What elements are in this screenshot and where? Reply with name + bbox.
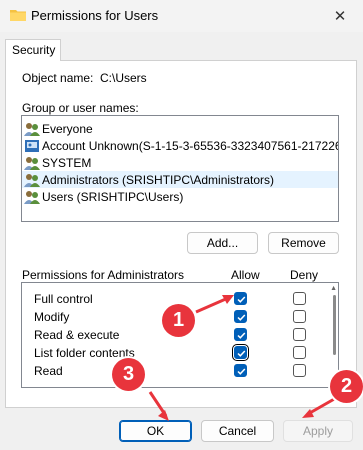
deny-checkbox[interactable] [293, 328, 306, 341]
users-icon [24, 190, 40, 204]
list-item-label: Administrators (SRISHTIPC\Administrators… [42, 172, 275, 187]
folder-icon [10, 10, 26, 21]
list-item-label: Everyone [42, 121, 93, 136]
deny-checkbox[interactable] [293, 346, 306, 359]
users-icon [24, 156, 40, 170]
users-icon [24, 122, 40, 136]
group-list-label: Group or user names: [22, 101, 139, 115]
group-list[interactable]: Everyone Account Unknown(S-1-15-3-65536-… [21, 115, 339, 222]
unknown-account-icon [25, 139, 39, 152]
deny-column-header: Deny [290, 268, 319, 282]
allow-checkbox[interactable] [234, 364, 247, 377]
close-icon: ✕ [333, 8, 347, 25]
tab-security[interactable]: Security [5, 39, 61, 61]
annotation-badge-1: 1 [162, 304, 195, 337]
deny-checkbox[interactable] [293, 310, 306, 323]
object-name-label: Object name: [22, 71, 94, 85]
users-icon [24, 173, 40, 187]
scrollbar-thumb[interactable] [333, 295, 336, 355]
deny-checkbox[interactable] [293, 364, 306, 377]
window-title: Permissions for Users [31, 8, 159, 23]
allow-checkbox[interactable] [234, 310, 247, 323]
permission-name: List folder contents [34, 346, 135, 360]
cancel-button[interactable]: Cancel [201, 420, 274, 442]
annotation-badge-3: 3 [112, 358, 145, 391]
annotation-badge-2: 2 [330, 370, 363, 403]
list-item-label: SYSTEM [42, 155, 92, 170]
deny-checkbox[interactable] [293, 292, 306, 305]
allow-checkbox[interactable] [234, 328, 247, 341]
list-item[interactable]: SYSTEM [24, 154, 338, 171]
object-name-value: C:\Users [100, 71, 147, 85]
allow-checkbox[interactable] [234, 292, 247, 305]
permission-name: Full control [34, 292, 93, 306]
list-item[interactable]: Users (SRISHTIPC\Users) [24, 188, 338, 205]
title-bar: Permissions for Users ✕ [0, 0, 363, 32]
list-item[interactable]: Account Unknown(S-1-15-3-65536-332340756… [24, 137, 338, 154]
allow-column-header: Allow [231, 268, 260, 282]
list-item[interactable]: Everyone [24, 120, 338, 137]
allow-checkbox[interactable] [232, 344, 249, 361]
ok-button[interactable]: OK [119, 420, 192, 442]
close-button[interactable]: ✕ [317, 0, 363, 32]
permission-name: Read & execute [34, 328, 120, 342]
list-item-selected[interactable]: Administrators (SRISHTIPC\Administrators… [22, 171, 338, 188]
add-button[interactable]: Add... [187, 232, 258, 254]
scroll-up-icon[interactable]: ▲ [330, 285, 337, 292]
remove-button[interactable]: Remove [268, 232, 339, 254]
list-item-label: Users (SRISHTIPC\Users) [42, 189, 184, 204]
permissions-label: Permissions for Administrators [22, 268, 185, 282]
list-item-label: Account Unknown(S-1-15-3-65536-332340756… [42, 138, 339, 153]
apply-button: Apply [283, 420, 353, 442]
permission-name: Modify [34, 310, 70, 324]
permission-name: Read [34, 364, 63, 378]
